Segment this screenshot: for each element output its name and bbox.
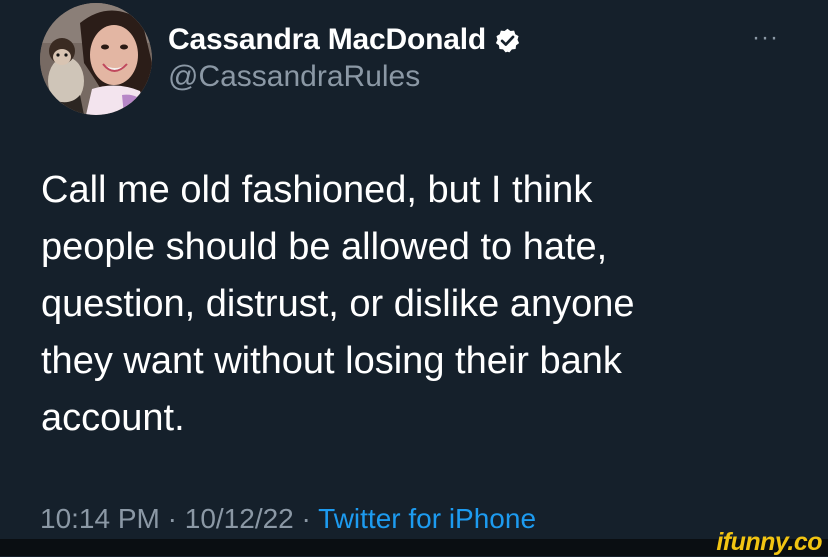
more-options-icon[interactable]: ···	[752, 26, 779, 50]
author-handle[interactable]: @CassandraRules	[168, 60, 420, 94]
author-name-row: Cassandra MacDonald	[168, 20, 521, 60]
ifunny-watermark: ifunny.co	[716, 528, 822, 556]
tweet-source-link[interactable]: Twitter for iPhone	[318, 503, 536, 534]
tweet-date[interactable]: 10/12/22	[185, 503, 294, 534]
author-display-name[interactable]: Cassandra MacDonald	[168, 23, 486, 57]
meta-separator: ·	[159, 503, 185, 534]
meta-separator: ·	[293, 503, 319, 534]
verified-badge-icon	[494, 27, 521, 54]
tweet-meta: 10:14 PM · 10/12/22 · Twitter for iPhone	[40, 503, 536, 535]
watermark-bar	[0, 539, 828, 556]
tweet-time[interactable]: 10:14 PM	[40, 503, 160, 534]
avatar[interactable]	[40, 3, 152, 115]
avatar-image	[40, 3, 152, 115]
tweet-text: Call me old fashioned, but I think peopl…	[41, 169, 635, 439]
